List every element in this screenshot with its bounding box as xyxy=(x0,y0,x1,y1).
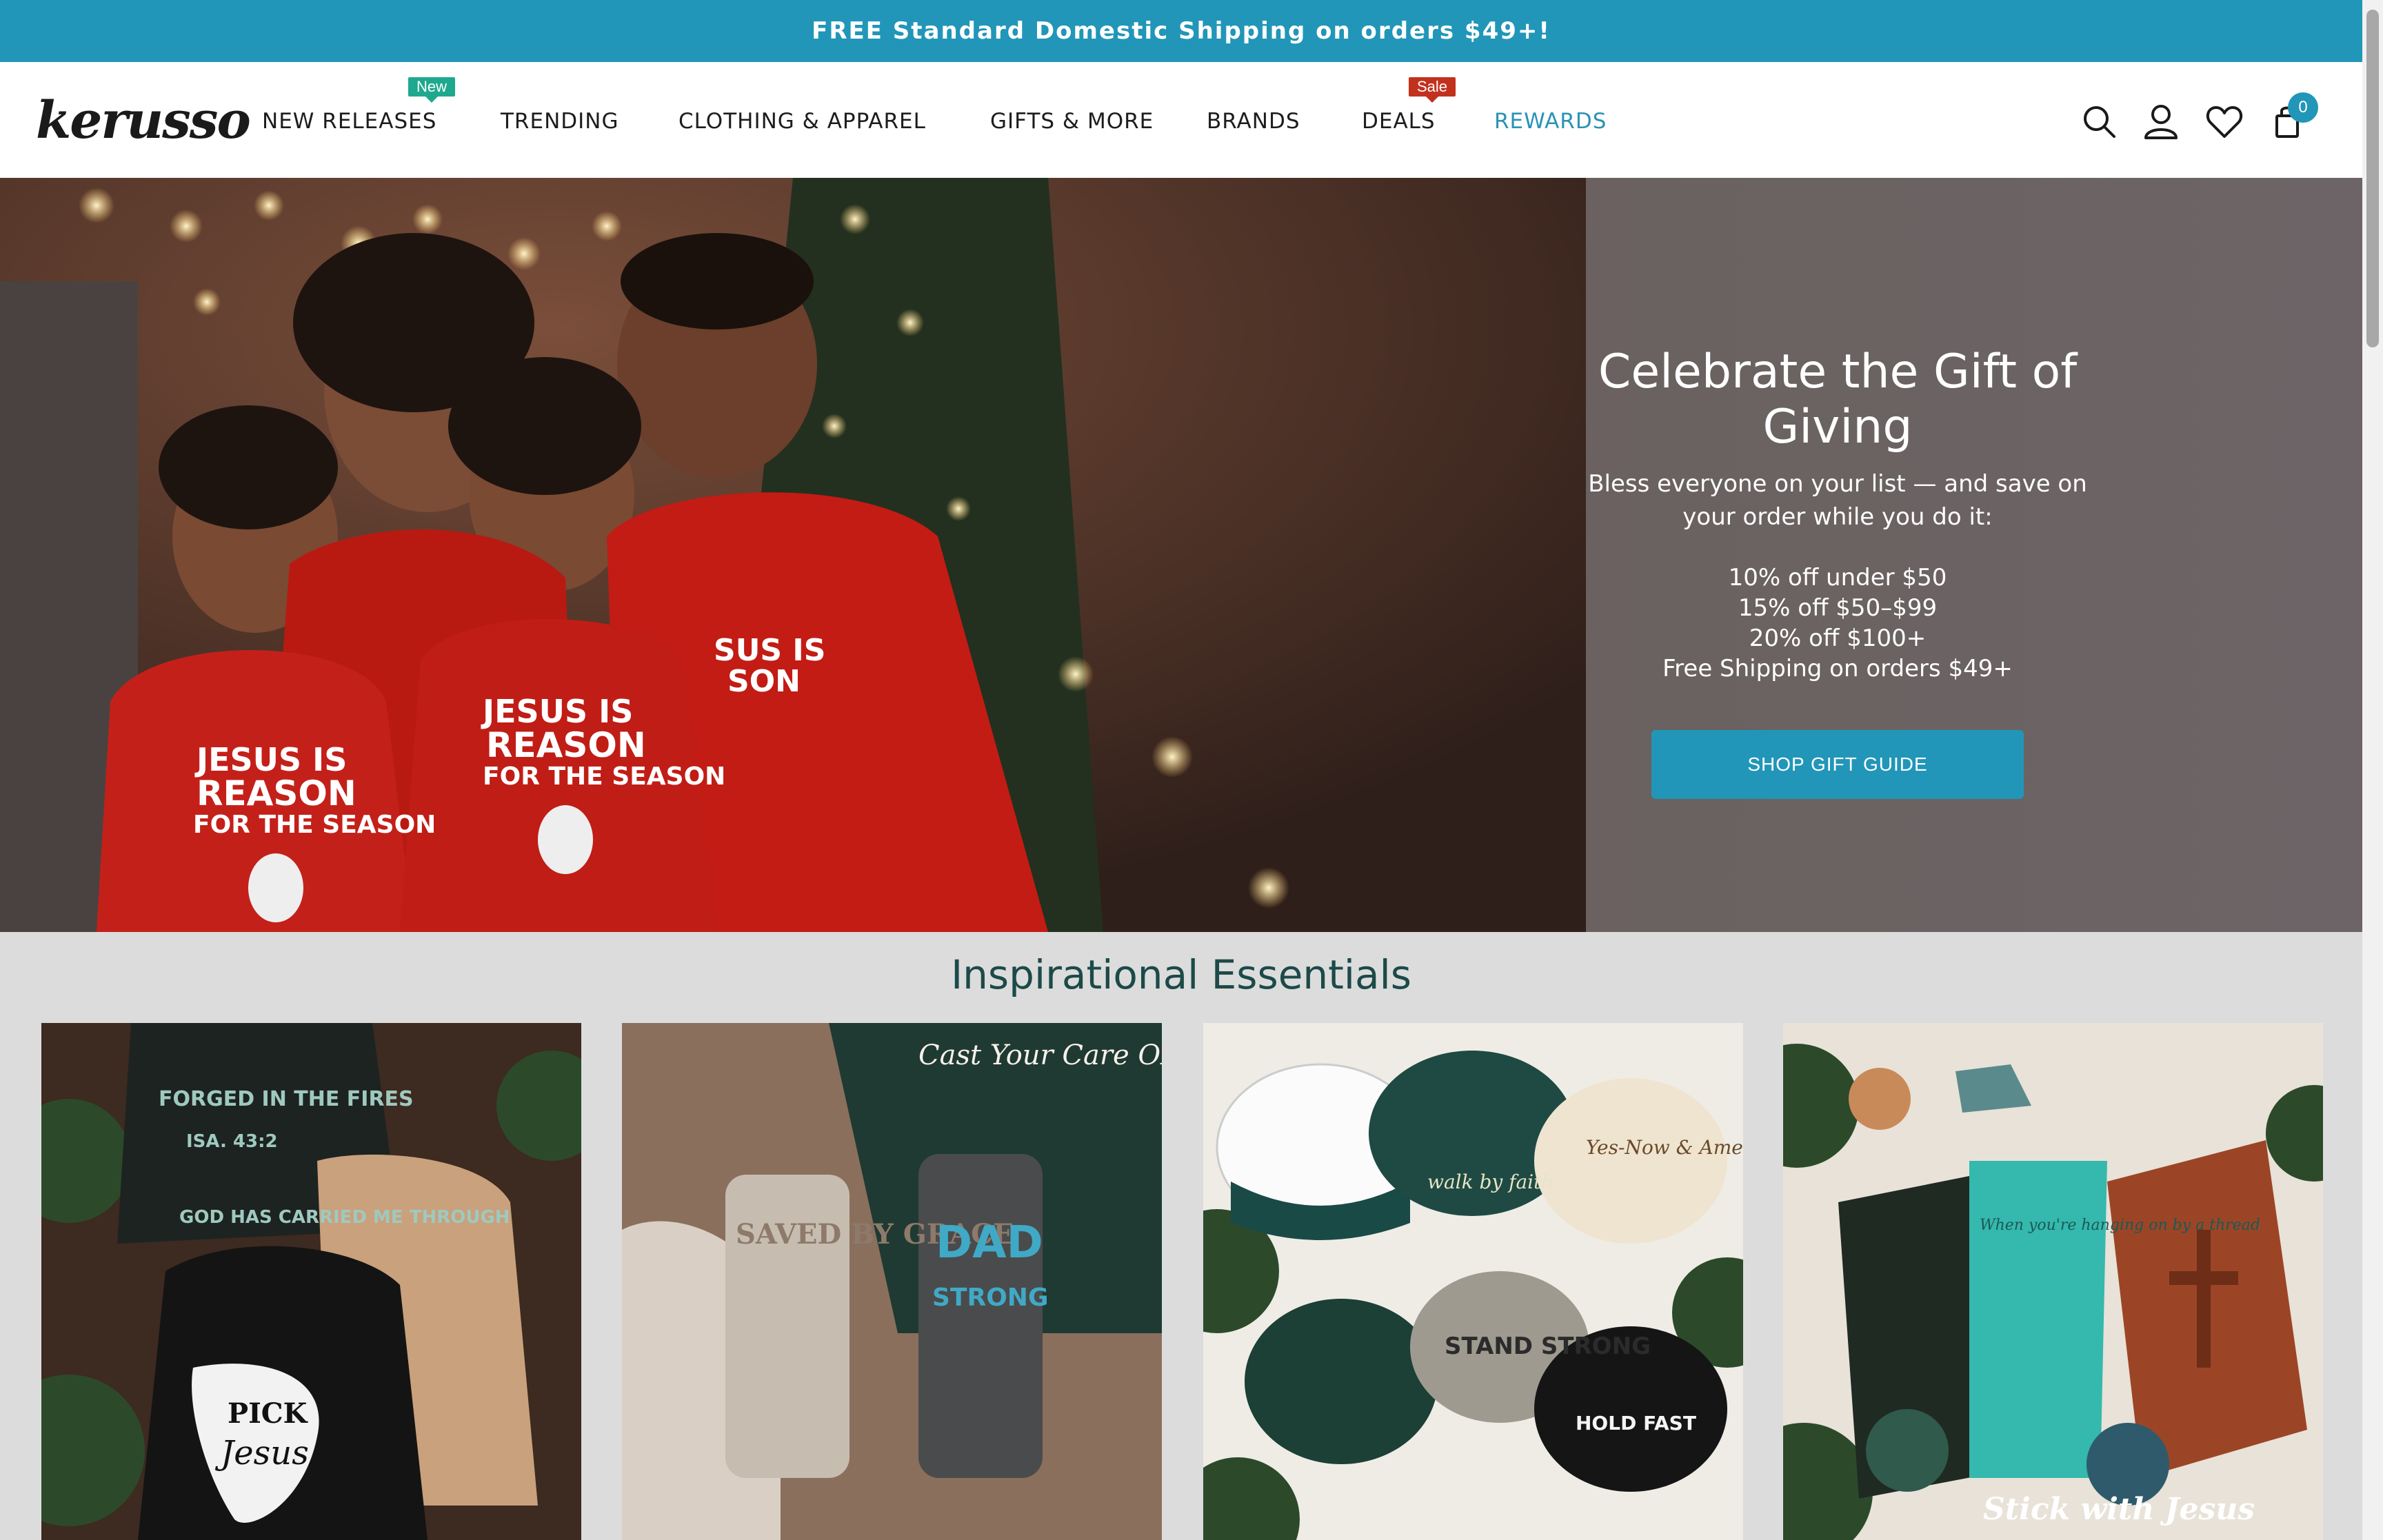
nav-trending[interactable]: TRENDING xyxy=(501,106,619,136)
wishlist-icon[interactable] xyxy=(2204,101,2245,142)
offer-line: 20% off $100+ xyxy=(1749,625,1927,652)
nav-brands[interactable]: BRANDS xyxy=(1207,106,1300,136)
card-art-text: Stick with Jesus xyxy=(1983,1492,2255,1527)
product-image: When you're hanging on by a thread Stick… xyxy=(1783,1023,2323,1540)
nav-deals-label: DEALS xyxy=(1362,109,1436,134)
offer-line: 10% off under $50 xyxy=(1728,564,1947,591)
svg-text:SON: SON xyxy=(727,664,801,699)
product-image: FORGED IN THE FIRES ISA. 43:2 GOD HAS CA… xyxy=(41,1023,581,1540)
hero-offers: 10% off under $50 15% off $50–$99 20% of… xyxy=(1586,563,2089,684)
site-header: kerusso NEW RELEASES New TRENDING CLOTHI… xyxy=(0,62,2362,178)
page-scrollbar-thumb[interactable] xyxy=(2366,10,2379,347)
card-art-text: FORGED IN THE FIRES xyxy=(159,1087,414,1111)
card-art-text: PICK xyxy=(228,1397,308,1430)
nav-new-releases[interactable]: NEW RELEASES xyxy=(262,106,436,136)
announcement-bar: FREE Standard Domestic Shipping on order… xyxy=(0,0,2362,62)
card-art-text: Yes-Now & Amen xyxy=(1586,1136,1743,1159)
section-title: Inspirational Essentials xyxy=(951,951,1411,998)
hero-banner: JESUS IS REASON FOR THE SEASON JESUS IS … xyxy=(0,178,2362,932)
shirt-text-1: JESUS IS xyxy=(194,741,347,778)
product-image: walk by faith Yes-Now & Amen STAND STRON… xyxy=(1203,1023,1743,1540)
nav-trending-label: TRENDING xyxy=(501,109,619,134)
product-card-shirts[interactable]: FORGED IN THE FIRES ISA. 43:2 GOD HAS CA… xyxy=(41,1023,581,1540)
card-art-text: STAND STRONG xyxy=(1445,1333,1651,1360)
product-image: Cast Your Care ON THE LORD SAVED BY GRAC… xyxy=(622,1023,1162,1540)
product-card-tumblers[interactable]: Cast Your Care ON THE LORD SAVED BY GRAC… xyxy=(622,1023,1162,1540)
product-card-journals[interactable]: When you're hanging on by a thread Stick… xyxy=(1783,1023,2323,1540)
nav-clothing-apparel[interactable]: CLOTHING & APPAREL xyxy=(678,106,926,136)
announcement-text: FREE Standard Domestic Shipping on order… xyxy=(812,17,1551,45)
hero-family-photo: JESUS IS REASON FOR THE SEASON JESUS IS … xyxy=(0,178,1586,932)
card-art-text: STRONG xyxy=(932,1284,1049,1312)
svg-text:JESUS IS: JESUS IS xyxy=(481,693,633,730)
kerusso-logo[interactable]: kerusso xyxy=(36,90,251,152)
shop-gift-guide-button[interactable]: SHOP GIFT GUIDE xyxy=(1651,730,2024,799)
search-icon[interactable] xyxy=(2078,101,2120,142)
new-badge: New xyxy=(408,77,456,103)
card-art-text: ISA. 43:2 xyxy=(186,1131,278,1152)
hero-subtitle: Bless everyone on your list — and save o… xyxy=(1588,470,2087,531)
card-art-text: walk by faith xyxy=(1427,1171,1554,1193)
nav-clothing-label: CLOTHING & APPAREL xyxy=(678,109,926,134)
hero-copy: Celebrate the Gift of Giving Bless every… xyxy=(1586,345,2089,684)
card-art-text: Cast Your Care ON THE LORD xyxy=(918,1040,1162,1071)
product-card-hats[interactable]: walk by faith Yes-Now & Amen STAND STRON… xyxy=(1203,1023,1743,1540)
sale-badge: Sale xyxy=(1409,77,1456,103)
offer-line: 15% off $50–$99 xyxy=(1738,594,1938,622)
svg-text:FOR THE SEASON: FOR THE SEASON xyxy=(483,762,725,791)
offer-line: Free Shipping on orders $49+ xyxy=(1662,655,2013,682)
svg-text:FOR THE SEASON: FOR THE SEASON xyxy=(193,811,436,839)
svg-text:REASON: REASON xyxy=(197,773,356,813)
nav-gifts-more[interactable]: GIFTS & MORE xyxy=(990,106,1154,136)
card-art-text: When you're hanging on by a thread xyxy=(1980,1217,2260,1234)
nav-new-releases-label: NEW RELEASES xyxy=(262,109,437,134)
card-art-text: DAD xyxy=(936,1217,1043,1268)
nav-rewards-label: REWARDS xyxy=(1494,109,1607,134)
svg-text:SUS IS: SUS IS xyxy=(714,633,826,668)
svg-text:REASON: REASON xyxy=(486,725,646,765)
card-art-text: HOLD FAST xyxy=(1576,1412,1696,1435)
nav-rewards[interactable]: REWARDS xyxy=(1494,106,1607,136)
card-art-text: Jesus xyxy=(214,1434,309,1472)
nav-brands-label: BRANDS xyxy=(1207,109,1300,134)
cart-count-badge: 0 xyxy=(2288,92,2318,123)
nav-gifts-label: GIFTS & MORE xyxy=(990,109,1154,134)
nav-deals[interactable]: DEALS xyxy=(1362,106,1436,136)
hero-title: Celebrate the Gift of Giving xyxy=(1598,345,2078,454)
card-art-text: GOD HAS CARRIED ME THROUGH xyxy=(179,1207,510,1228)
account-icon[interactable] xyxy=(2140,101,2182,142)
